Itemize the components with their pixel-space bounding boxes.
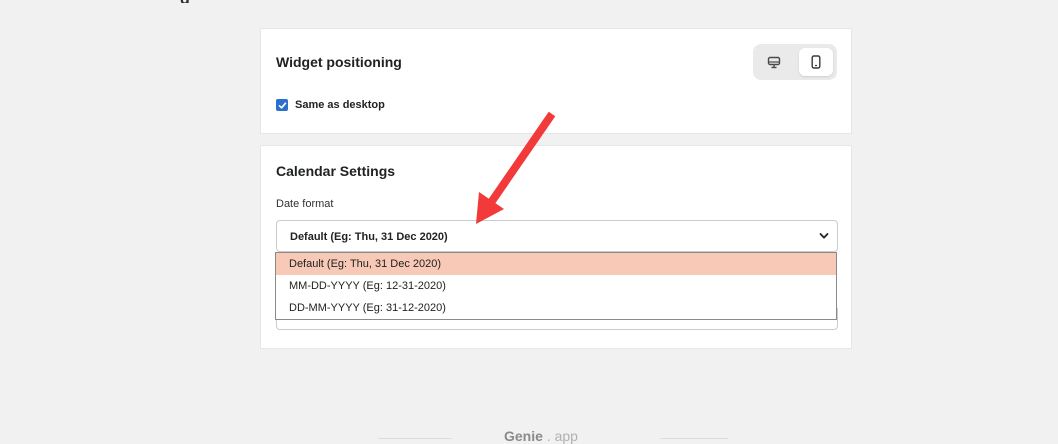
desktop-icon	[767, 56, 781, 68]
date-format-option[interactable]: DD-MM-YYYY (Eg: 31-12-2020)	[276, 297, 836, 319]
checkmark-icon	[278, 101, 286, 109]
date-format-selected-value: Default (Eg: Thu, 31 Dec 2020)	[290, 231, 448, 243]
footer-divider	[660, 438, 728, 439]
date-format-option[interactable]: MM-DD-YYYY (Eg: 12-31-2020)	[276, 275, 836, 297]
annotation-arrow	[476, 111, 556, 224]
widget-positioning-title: Widget positioning	[276, 54, 402, 70]
page-heading-fragment: g	[180, 0, 194, 3]
device-toggle	[753, 44, 837, 80]
mobile-view-button[interactable]	[799, 48, 833, 76]
brand-suffix: . app	[542, 428, 578, 444]
footer: Genie . app	[0, 424, 1058, 444]
same-as-desktop-checkbox[interactable]	[276, 99, 288, 111]
brand-name: Genie	[504, 428, 543, 444]
mobile-icon	[811, 55, 821, 69]
same-as-desktop-row[interactable]: Same as desktop	[276, 99, 385, 111]
footer-brand: Genie . app	[504, 428, 578, 444]
calendar-settings-title: Calendar Settings	[276, 163, 396, 179]
footer-divider	[378, 438, 452, 439]
same-as-desktop-label: Same as desktop	[295, 99, 385, 111]
chevron-down-icon	[819, 233, 829, 239]
date-format-label: Date format	[276, 198, 334, 210]
desktop-view-button[interactable]	[757, 48, 791, 76]
date-format-dropdown: Default (Eg: Thu, 31 Dec 2020) MM-DD-YYY…	[275, 252, 837, 320]
date-format-option[interactable]: Default (Eg: Thu, 31 Dec 2020)	[276, 253, 836, 275]
